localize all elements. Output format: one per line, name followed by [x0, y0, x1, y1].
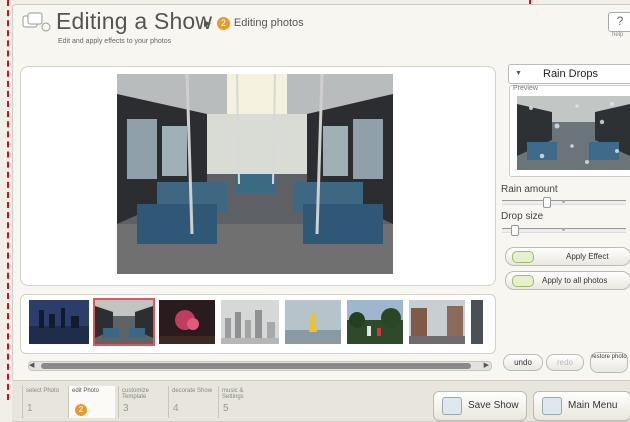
undo-button[interactable]: undo	[503, 354, 543, 371]
thumbnail-partial[interactable]	[471, 300, 483, 344]
step-tab-5[interactable]: music & Settings 5	[218, 386, 265, 418]
step-1-number: 1	[27, 403, 33, 414]
step-2-number: 2	[75, 404, 87, 416]
step-2-label: edit Photo	[72, 388, 100, 394]
effect-preview-image	[517, 96, 630, 170]
thumbnail[interactable]	[409, 300, 465, 344]
drop-size-slider-thumb[interactable]	[511, 225, 520, 236]
step-tab-4[interactable]: decorate Show 4	[168, 386, 215, 418]
save-icon	[442, 397, 462, 415]
step-3-number: 3	[123, 403, 129, 414]
save-show-label: Save Show	[468, 400, 519, 411]
save-show-button[interactable]: Save Show	[433, 391, 527, 421]
drop-size-label: Drop size	[501, 211, 544, 222]
main-menu-button[interactable]: Main Menu	[533, 391, 630, 421]
apply-effect-icon	[512, 251, 534, 263]
restore-photo-button[interactable]: restore photo	[590, 352, 628, 373]
main-photo	[117, 74, 393, 274]
apply-effect-label: Apply Effect	[566, 252, 609, 261]
step-number-badge: 2	[216, 17, 230, 30]
filmstrip-scrollbar[interactable]: ◀ ▶	[28, 361, 492, 371]
slider-tick	[562, 200, 565, 203]
preview-label: Preview	[513, 85, 538, 92]
rain-amount-slider-thumb[interactable]	[543, 197, 552, 208]
step-5-label: music & Settings	[222, 388, 244, 400]
thumbnail-selected[interactable]	[93, 298, 155, 346]
scroll-left-icon[interactable]: ◀	[29, 362, 34, 370]
step-tab-1[interactable]: select Photo 1	[22, 386, 69, 418]
slider-tick	[562, 228, 565, 231]
step-5-number: 5	[223, 403, 229, 414]
annotation-dashed-line-left	[7, 0, 9, 400]
effect-dropdown-value: Rain Drops	[543, 68, 599, 80]
thumbnail[interactable]	[221, 300, 279, 344]
apply-all-photos-button[interactable]: Apply to all photos	[505, 271, 630, 290]
page-title: Editing a Show	[56, 8, 213, 34]
apply-all-label: Apply to all photos	[542, 276, 608, 285]
step-3-label: customize Template	[122, 388, 150, 400]
step-tab-2[interactable]: edit Photo 2	[68, 386, 115, 418]
help-button[interactable]: ?	[608, 12, 630, 32]
step-1-label: select Photo	[26, 388, 60, 394]
thumbnail[interactable]	[347, 300, 403, 344]
page-subtitle: Edit and apply effects to your photos	[58, 38, 172, 45]
main-menu-icon	[542, 397, 562, 415]
rain-amount-label: Rain amount	[501, 184, 558, 195]
step-4-number: 4	[173, 403, 179, 414]
step-tab-3[interactable]: customize Template 3	[118, 386, 165, 418]
help-caption: help	[612, 32, 624, 38]
breadcrumb-arrow-icon: ▶	[204, 18, 211, 28]
breadcrumb: ▶ 2 Editing photos	[204, 17, 304, 30]
thumbnail[interactable]	[29, 300, 89, 344]
dropdown-arrow-icon: ▼	[515, 70, 522, 77]
apply-all-icon	[512, 275, 534, 287]
thumbnail[interactable]	[159, 300, 215, 344]
apply-effect-button[interactable]: Apply Effect	[505, 247, 630, 266]
main-menu-label: Main Menu	[568, 400, 618, 411]
scroll-right-icon[interactable]: ▶	[484, 362, 489, 370]
slideshow-icon	[22, 12, 51, 32]
scrollbar-thumb[interactable]	[41, 363, 471, 369]
step-4-label: decorate Show	[172, 388, 213, 394]
breadcrumb-step-label: Editing photos	[233, 17, 304, 29]
redo-button[interactable]: redo	[546, 354, 584, 371]
effect-dropdown[interactable]: ▼ Rain Drops	[508, 64, 630, 84]
thumbnail[interactable]	[285, 300, 341, 344]
